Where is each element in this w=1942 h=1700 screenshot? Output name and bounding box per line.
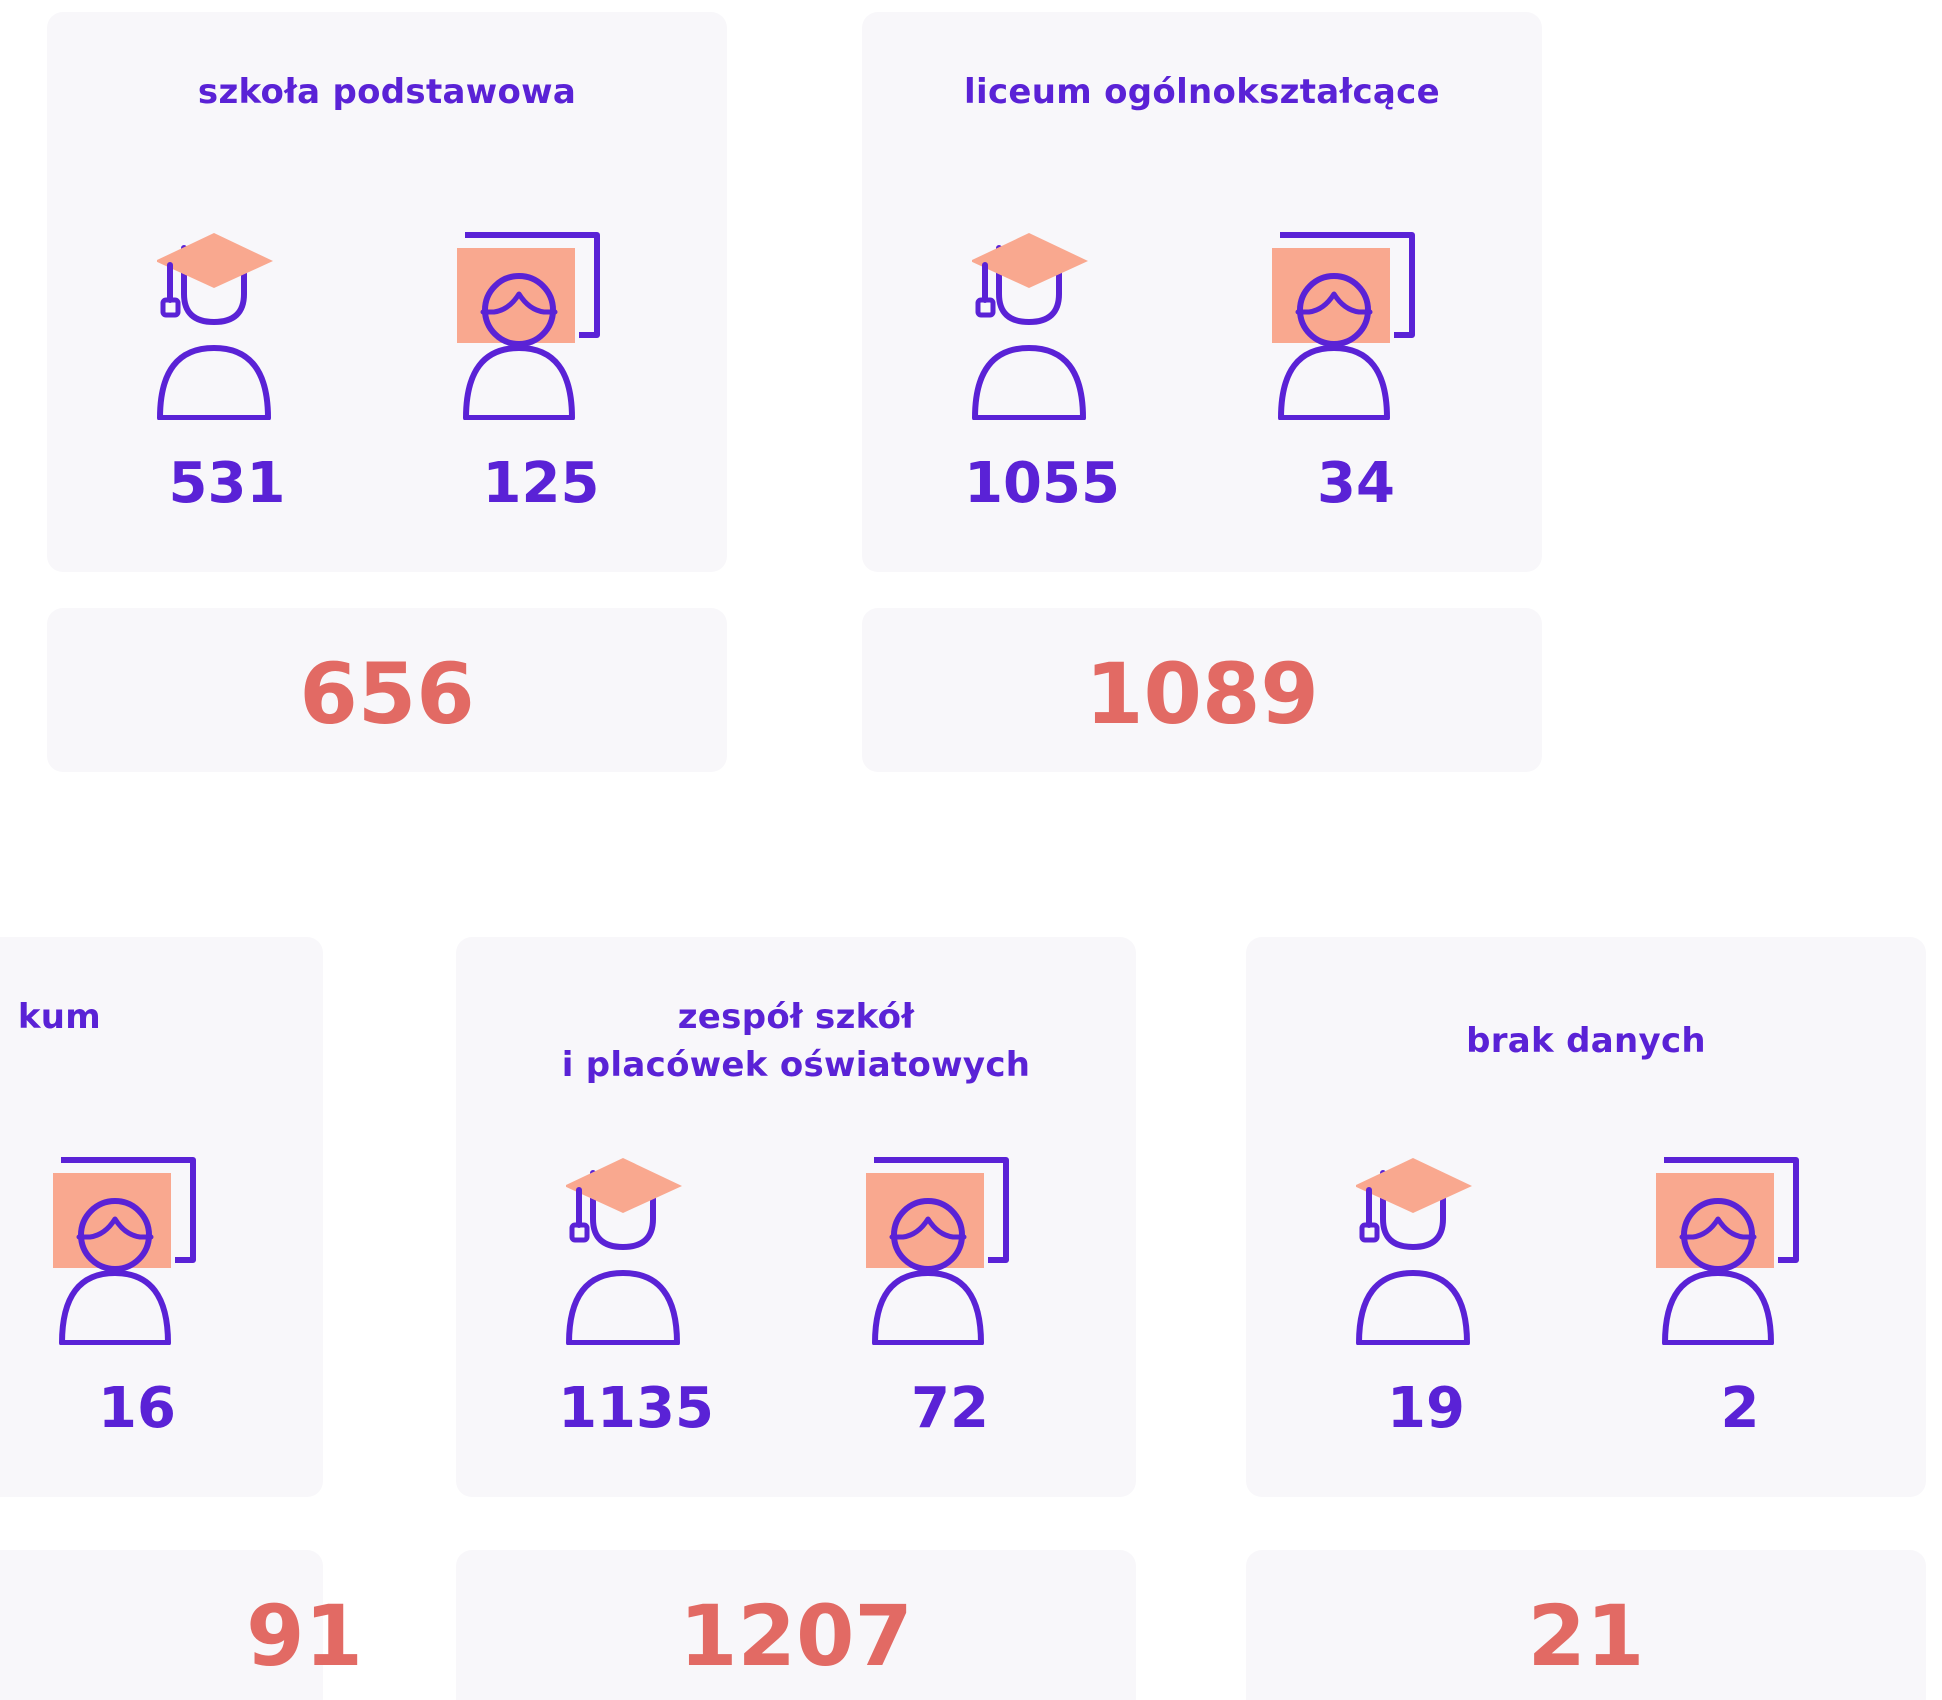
students-count: 19 <box>1387 1376 1465 1441</box>
card-title: szkoła podstawowa <box>67 68 707 116</box>
school-card-school-complex: zespół szkół i placówek oświatowych 1135… <box>456 937 1136 1497</box>
stats-stage: szkoła podstawowa 531 125 656 liceum ogó… <box>0 0 1942 1700</box>
teacher-icon <box>1656 1145 1806 1345</box>
teachers-count: 34 <box>1317 451 1395 516</box>
card-title-line: brak danych <box>1466 1021 1706 1061</box>
teachers-count: 72 <box>911 1376 989 1441</box>
teacher-icon <box>1272 220 1422 420</box>
card-title-line: kum <box>17 997 101 1037</box>
student-icon <box>157 220 277 420</box>
card-title: brak danych <box>1266 1017 1906 1065</box>
teachers-count: 2 <box>1720 1376 1760 1441</box>
students-count: 1135 <box>558 1376 714 1441</box>
student-icon <box>566 1145 686 1345</box>
school-card-no-data: brak danych 19 2 <box>1246 937 1926 1497</box>
total-value: 91 <box>246 1587 363 1685</box>
card-title-line: zespół szkół <box>677 997 915 1037</box>
students-count: 531 <box>168 451 286 516</box>
card-title-line: szkoła podstawowa <box>197 72 577 112</box>
students-count: 1055 <box>964 451 1120 516</box>
card-title-line: i placówek oświatowych <box>561 1045 1031 1085</box>
teachers-count: 125 <box>482 451 600 516</box>
total-card-no-data: 21 <box>1246 1550 1926 1700</box>
total-value: 1089 <box>1085 645 1319 743</box>
total-card-technical: 91 <box>0 1550 363 1700</box>
card-title-line: liceum ogólnokształcące <box>964 72 1440 112</box>
school-card-primary: szkoła podstawowa 531 125 <box>47 12 727 572</box>
school-card-high-school: liceum ogólnokształcące 1055 34 <box>862 12 1542 572</box>
teacher-icon <box>866 1145 1016 1345</box>
total-card-high-school: 1089 <box>862 608 1542 772</box>
card-title: kum <box>0 993 101 1041</box>
teacher-icon <box>53 1145 203 1345</box>
total-card-primary: 656 <box>47 608 727 772</box>
total-value: 656 <box>299 645 475 743</box>
card-title: liceum ogólnokształcące <box>882 68 1522 116</box>
card-title: zespół szkół i placówek oświatowych <box>476 993 1116 1089</box>
school-card-technical: kum 16 <box>0 937 323 1497</box>
total-value: 21 <box>1527 1587 1645 1685</box>
total-card-school-complex: 1207 <box>456 1550 1136 1700</box>
total-value: 1207 <box>679 1587 913 1685</box>
student-icon <box>972 220 1092 420</box>
teacher-icon <box>457 220 607 420</box>
student-icon <box>1356 1145 1476 1345</box>
teachers-count: 16 <box>98 1376 176 1441</box>
